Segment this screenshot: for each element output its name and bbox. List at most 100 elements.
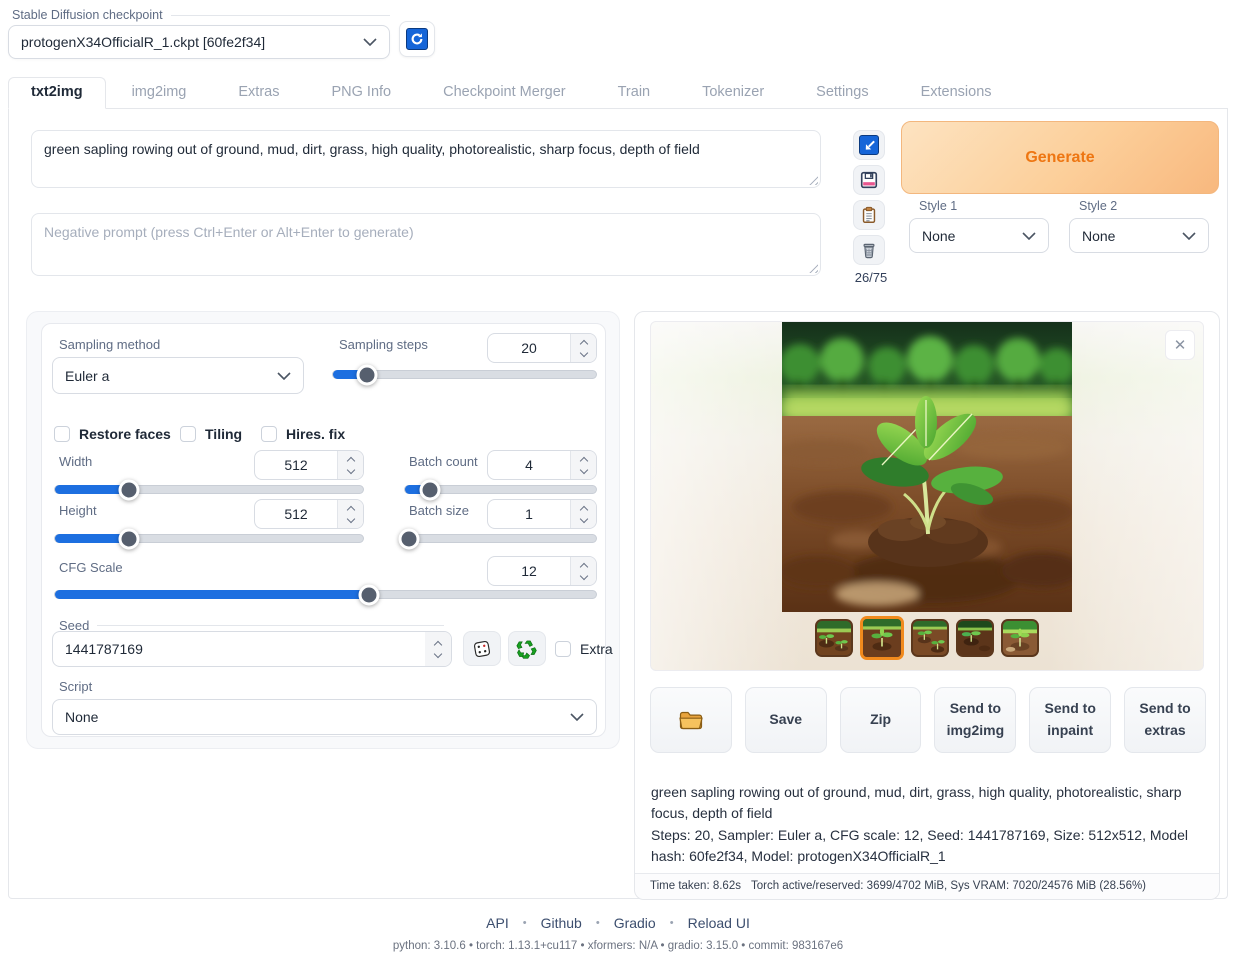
stable-diffusion-webui: Stable Diffusion checkpoint protogenX34O…	[0, 0, 1236, 966]
slider-handle[interactable]	[398, 528, 419, 549]
open-folder-button[interactable]	[650, 687, 732, 753]
style2-value: None	[1082, 228, 1115, 244]
batch-count-input[interactable]: 4	[487, 450, 597, 480]
slider-handle[interactable]	[118, 479, 139, 500]
tab-extras[interactable]: Extras	[212, 78, 305, 108]
random-seed-button[interactable]	[463, 631, 501, 666]
tab-checkpoint-merger[interactable]: Checkpoint Merger	[417, 78, 592, 108]
restore-faces-label: Restore faces	[79, 426, 171, 442]
arrow-down-left-icon	[859, 135, 879, 155]
restore-faces-checkbox-row[interactable]: Restore faces	[54, 426, 171, 442]
send-to-inpaint-button[interactable]: Send to inpaint	[1029, 687, 1111, 753]
thumbnail-4[interactable]	[956, 619, 994, 657]
save-style-button[interactable]	[853, 165, 885, 195]
footer: API • Github • Gradio • Reload UI python…	[0, 915, 1236, 952]
sampling-steps-input[interactable]: 20	[487, 333, 597, 363]
sampling-steps-value: 20	[488, 334, 570, 362]
thumbnail-5[interactable]	[1001, 619, 1039, 657]
batch-count-slider[interactable]	[404, 485, 597, 494]
batch-size-label: Batch size	[409, 503, 469, 518]
stepper-buttons[interactable]	[337, 500, 363, 528]
stepper-buttons[interactable]	[570, 500, 596, 528]
stepper-buttons[interactable]	[570, 557, 596, 585]
thumbnail-1[interactable]	[815, 619, 853, 657]
slider-fill	[55, 590, 369, 599]
slider-handle[interactable]	[358, 584, 379, 605]
generate-button[interactable]: Generate	[901, 121, 1219, 194]
divider	[171, 15, 390, 16]
reuse-seed-button[interactable]	[508, 631, 546, 666]
batch-size-input[interactable]: 1	[487, 499, 597, 529]
stepper-buttons[interactable]	[570, 334, 596, 362]
hires-fix-checkbox-row[interactable]: Hires. fix	[261, 426, 345, 442]
sampling-steps-slider[interactable]	[332, 370, 597, 379]
height-slider[interactable]	[54, 534, 364, 543]
prompt-textarea[interactable]: green sapling rowing out of ground, mud,…	[32, 131, 820, 187]
style2-dropdown[interactable]: None	[1069, 218, 1209, 253]
width-slider[interactable]	[54, 485, 364, 494]
performance-bar: Time taken: 8.62sTorch active/reserved: …	[635, 873, 1219, 899]
cfg-scale-input[interactable]: 12	[487, 556, 597, 586]
stepper-buttons[interactable]	[337, 451, 363, 479]
width-value: 512	[255, 451, 337, 479]
sampling-method-dropdown[interactable]: Euler a	[52, 357, 304, 394]
apply-style-button[interactable]	[853, 200, 885, 230]
sampling-steps-label: Sampling steps	[339, 337, 428, 352]
recycle-icon	[516, 638, 538, 660]
script-dropdown[interactable]: None	[52, 699, 597, 735]
generated-image[interactable]	[782, 322, 1072, 612]
stepper-buttons[interactable]	[425, 632, 451, 666]
cfg-scale-label: CFG Scale	[59, 560, 123, 575]
tab-settings[interactable]: Settings	[790, 78, 894, 108]
restore-faces-checkbox[interactable]	[54, 426, 70, 442]
slider-handle[interactable]	[357, 364, 378, 385]
height-label: Height	[59, 503, 97, 518]
height-input[interactable]: 512	[254, 499, 364, 529]
extra-seed-checkbox[interactable]	[555, 641, 571, 657]
footer-link-gradio[interactable]: Gradio	[614, 915, 656, 931]
divider	[97, 625, 444, 626]
stepper-buttons[interactable]	[570, 451, 596, 479]
batch-size-value: 1	[488, 500, 570, 528]
footer-link-api[interactable]: API	[486, 915, 509, 931]
dice-icon	[471, 638, 493, 660]
footer-link-github[interactable]: Github	[541, 915, 582, 931]
tab-train[interactable]: Train	[592, 78, 677, 108]
thumbnail-2-selected[interactable]	[860, 616, 904, 660]
send-to-extras-label: Send to extras	[1135, 698, 1195, 741]
cfg-scale-value: 12	[488, 557, 570, 585]
tab-tokenizer[interactable]: Tokenizer	[676, 78, 790, 108]
checkpoint-dropdown[interactable]: protogenX34OfficialR_1.ckpt [60fe2f34]	[8, 25, 390, 59]
send-to-img2img-button[interactable]: Send to img2img	[934, 687, 1016, 753]
save-button[interactable]: Save	[745, 687, 827, 753]
tab-extensions[interactable]: Extensions	[895, 78, 1018, 108]
extra-seed-label: Extra	[580, 641, 613, 657]
seed-input[interactable]: 1441787169	[52, 631, 452, 667]
thumbnail-3[interactable]	[911, 619, 949, 657]
tiling-checkbox-row[interactable]: Tiling	[180, 426, 242, 442]
send-to-extras-button[interactable]: Send to extras	[1124, 687, 1206, 753]
hires-fix-checkbox[interactable]	[261, 426, 277, 442]
close-image-button[interactable]: ✕	[1165, 330, 1195, 360]
width-input[interactable]: 512	[254, 450, 364, 480]
slider-handle[interactable]	[419, 479, 440, 500]
negative-prompt-textarea[interactable]	[32, 214, 820, 275]
clear-prompt-button[interactable]	[853, 235, 885, 265]
paste-generation-params-button[interactable]	[853, 130, 885, 160]
params-box: Sampling method Euler a Sampling steps 2…	[41, 323, 606, 737]
output-buttons: Save Zip Send to img2img Send to inpaint…	[650, 687, 1206, 753]
tab-png-info[interactable]: PNG Info	[305, 78, 417, 108]
version-info: python: 3.10.6 • torch: 1.13.1+cu117 • x…	[0, 940, 1236, 952]
sampling-method-value: Euler a	[65, 368, 109, 384]
cfg-scale-slider[interactable]	[54, 590, 597, 599]
zip-button[interactable]: Zip	[840, 687, 922, 753]
tab-txt2img[interactable]: txt2img	[8, 77, 106, 109]
footer-link-reload-ui[interactable]: Reload UI	[688, 915, 750, 931]
slider-handle[interactable]	[118, 528, 139, 549]
batch-size-slider[interactable]	[404, 534, 597, 543]
tab-img2img[interactable]: img2img	[106, 78, 213, 108]
tiling-checkbox[interactable]	[180, 426, 196, 442]
style1-dropdown[interactable]: None	[909, 218, 1049, 253]
refresh-checkpoint-button[interactable]	[399, 21, 435, 57]
extra-seed-checkbox-row[interactable]: Extra	[555, 641, 613, 657]
